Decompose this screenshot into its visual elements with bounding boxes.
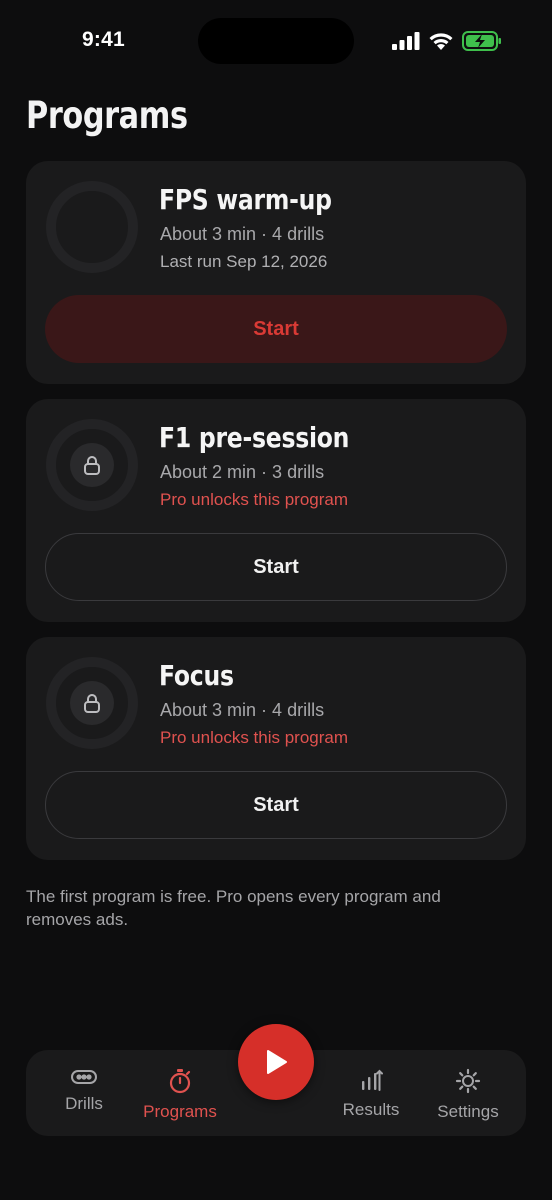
tab-settings[interactable]: Settings: [428, 1050, 508, 1136]
stopwatch-icon: [169, 1069, 191, 1094]
tab-results[interactable]: Results: [332, 1050, 410, 1136]
tab-programs[interactable]: Programs: [134, 1050, 226, 1136]
wifi-icon: [429, 32, 453, 50]
program-card-fps-warmup: FPS warm-up About 3 min · 4 drills Last …: [26, 161, 526, 384]
program-title: Focus: [159, 659, 234, 692]
pro-footnote: The first program is free. Pro opens eve…: [26, 887, 441, 929]
progress-ring: [46, 657, 138, 749]
dynamic-island: [198, 18, 354, 64]
play-button[interactable]: [238, 1024, 314, 1100]
tab-label: Settings: [437, 1102, 499, 1121]
status-icons: [392, 31, 502, 51]
lock-icon: [70, 443, 114, 487]
page-title: Programs: [26, 94, 188, 137]
start-button[interactable]: Start: [45, 771, 507, 839]
pro-unlock-note: Pro unlocks this program: [160, 490, 349, 509]
play-icon: [267, 1050, 287, 1074]
program-meta: About 2 min · 3 drills: [160, 462, 325, 482]
start-button[interactable]: Start: [45, 533, 507, 601]
progress-ring: [46, 181, 138, 273]
program-meta: About 3 min · 4 drills: [160, 224, 325, 244]
progress-ring: [46, 419, 138, 511]
program-title: F1 pre-session: [159, 421, 350, 454]
program-card-focus: Focus About 3 min · 4 drills Pro unlocks…: [26, 637, 526, 860]
tab-label: Programs: [143, 1102, 217, 1121]
tab-drills[interactable]: Drills: [48, 1050, 120, 1136]
program-meta: About 3 min · 4 drills: [160, 700, 325, 720]
battery-charging-icon: [462, 31, 501, 51]
start-button[interactable]: Start: [45, 295, 507, 363]
lock-icon: [70, 681, 114, 725]
program-last-run: Last run Sep 12, 2026: [160, 252, 328, 271]
status-time: 9:41: [82, 28, 125, 51]
signal-icon: [392, 32, 420, 50]
programs-screen: 9:41 Programs FPS warm-up About 3 min · …: [0, 0, 552, 1200]
tab-label: Results: [342, 1100, 400, 1119]
program-title: FPS warm-up: [159, 183, 332, 216]
bars-icon: [362, 1069, 383, 1091]
program-card-f1-presession: F1 pre-session About 2 min · 3 drills Pr…: [26, 399, 526, 622]
gear-icon: [455, 1068, 481, 1094]
pro-unlock-note: Pro unlocks this program: [160, 728, 349, 747]
drills-icon: [71, 1070, 97, 1084]
tab-label: Drills: [65, 1094, 103, 1113]
